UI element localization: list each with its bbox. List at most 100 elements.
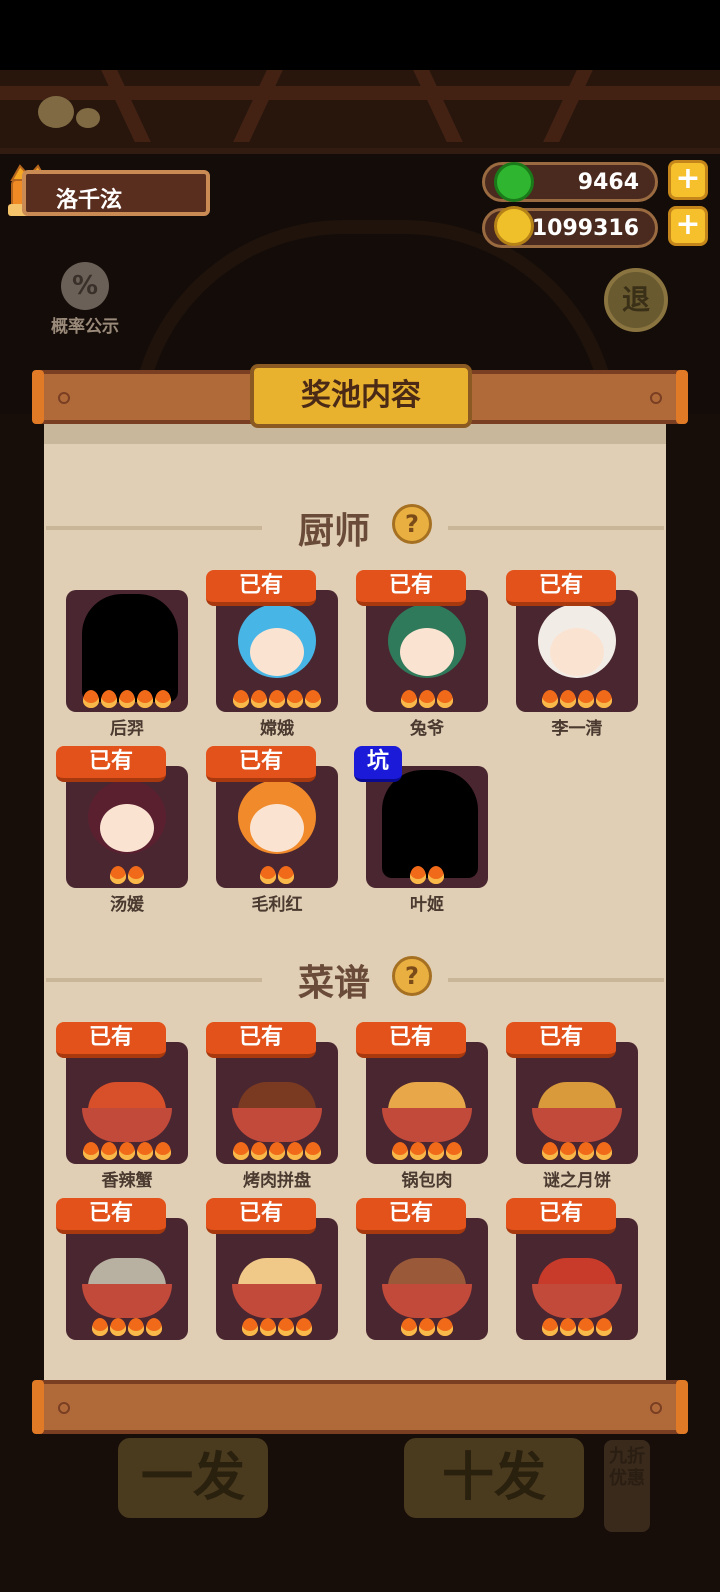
flame-icon bbox=[278, 866, 294, 884]
recipes-section-title: 菜谱 bbox=[298, 963, 371, 1004]
recipe-card[interactable]: 已有 bbox=[56, 1198, 188, 1340]
owned-badge: 已有 bbox=[206, 570, 316, 606]
flame-icon bbox=[260, 1318, 276, 1336]
rarity-flames bbox=[366, 1142, 488, 1162]
chef-card[interactable]: 已有 bbox=[56, 746, 188, 888]
owned-badge: 已有 bbox=[206, 1022, 316, 1058]
flame-icon bbox=[401, 1318, 417, 1336]
rarity-flames bbox=[366, 690, 488, 710]
recipe-card[interactable]: 已有 bbox=[506, 1022, 638, 1164]
flame-icon bbox=[110, 866, 126, 884]
flame-icon bbox=[305, 690, 321, 708]
rarity-flames bbox=[66, 1318, 188, 1338]
odds-disclosure-button[interactable]: % 概率公示 bbox=[40, 262, 130, 337]
chef-card[interactable]: 已有 bbox=[506, 570, 638, 712]
locked-silhouette bbox=[82, 594, 178, 702]
rarity-flames bbox=[66, 690, 188, 710]
rarity-flames bbox=[216, 866, 338, 886]
flame-icon bbox=[560, 1142, 576, 1160]
flame-icon bbox=[437, 1318, 453, 1336]
owned-badge: 已有 bbox=[56, 746, 166, 782]
flame-icon bbox=[578, 1142, 594, 1160]
flame-icon bbox=[83, 1142, 99, 1160]
flame-icon bbox=[101, 690, 117, 708]
flame-icon bbox=[410, 1142, 426, 1160]
chef-card[interactable]: 坑 bbox=[354, 746, 488, 888]
chef-card[interactable] bbox=[66, 590, 188, 712]
back-button[interactable]: 退 bbox=[604, 268, 668, 332]
flame-icon bbox=[596, 690, 612, 708]
recipes-help-icon[interactable]: ? bbox=[392, 956, 432, 996]
flame-icon bbox=[137, 1142, 153, 1160]
recipe-card[interactable]: 已有 bbox=[356, 1022, 488, 1164]
pit-badge: 坑 bbox=[354, 746, 402, 782]
chefs-help-icon[interactable]: ? bbox=[392, 504, 432, 544]
chef-name: 兔爷 bbox=[410, 719, 444, 739]
flame-icon bbox=[233, 1142, 249, 1160]
flame-icon bbox=[560, 690, 576, 708]
flame-icon bbox=[128, 866, 144, 884]
flame-icon bbox=[251, 690, 267, 708]
flame-icon bbox=[110, 1318, 126, 1336]
chef-name: 李一清 bbox=[551, 719, 603, 739]
flame-icon bbox=[287, 690, 303, 708]
locked-silhouette bbox=[382, 770, 478, 878]
flame-icon bbox=[596, 1142, 612, 1160]
flame-icon bbox=[419, 690, 435, 708]
chef-card[interactable]: 已有 bbox=[356, 570, 488, 712]
recipe-card[interactable]: 已有 bbox=[356, 1198, 488, 1340]
owned-badge: 已有 bbox=[206, 746, 316, 782]
flame-icon bbox=[305, 1142, 321, 1160]
percent-icon: % bbox=[61, 262, 109, 310]
owned-badge: 已有 bbox=[56, 1198, 166, 1234]
flame-icon bbox=[437, 690, 453, 708]
recipe-card[interactable]: 已有 bbox=[206, 1022, 338, 1164]
recipe-name: 烤肉拼盘 bbox=[243, 1171, 311, 1191]
jade-coin-icon bbox=[494, 162, 534, 202]
flame-icon bbox=[155, 1142, 171, 1160]
chef-name: 毛利红 bbox=[251, 895, 303, 915]
flame-icon bbox=[542, 1318, 558, 1336]
flame-icon bbox=[92, 1318, 108, 1336]
owned-badge: 已有 bbox=[506, 570, 616, 606]
recipe-name: 锅包肉 bbox=[401, 1171, 453, 1191]
chefs-section-title: 厨师 bbox=[298, 511, 371, 552]
flame-icon bbox=[101, 1142, 117, 1160]
discount-tag: 九折优惠 bbox=[604, 1440, 650, 1532]
scroll-rod-bottom bbox=[32, 1380, 688, 1434]
owned-badge: 已有 bbox=[356, 1022, 466, 1058]
rarity-flames bbox=[66, 866, 188, 886]
chef-name: 叶姬 bbox=[410, 895, 444, 915]
recipe-card[interactable]: 已有 bbox=[206, 1198, 338, 1340]
flame-icon bbox=[242, 1318, 258, 1336]
flame-icon bbox=[578, 690, 594, 708]
player-name: 洛千泫 bbox=[56, 188, 123, 213]
flame-icon bbox=[596, 1318, 612, 1336]
gold-coin-icon bbox=[494, 206, 534, 246]
ten-draw-button: 十发 bbox=[404, 1438, 584, 1518]
flame-icon bbox=[233, 690, 249, 708]
chef-name: 嫦娥 bbox=[260, 719, 294, 739]
owned-badge: 已有 bbox=[356, 1198, 466, 1234]
add-jade-button[interactable]: + bbox=[668, 160, 708, 200]
recipe-name: 谜之月饼 bbox=[543, 1171, 611, 1191]
flame-icon bbox=[146, 1318, 162, 1336]
flame-icon bbox=[560, 1318, 576, 1336]
gold-value: 1099316 bbox=[531, 216, 639, 241]
chef-card[interactable]: 已有 bbox=[206, 570, 338, 712]
rarity-flames bbox=[516, 1318, 638, 1338]
chef-card[interactable]: 已有 bbox=[206, 746, 338, 888]
owned-badge: 已有 bbox=[206, 1198, 316, 1234]
panel-title: 奖池内容 bbox=[250, 364, 472, 428]
owned-badge: 已有 bbox=[56, 1022, 166, 1058]
odds-label: 概率公示 bbox=[51, 317, 119, 337]
flame-icon bbox=[269, 1142, 285, 1160]
flame-icon bbox=[278, 1318, 294, 1336]
player-name-box[interactable]: 洛千泫 bbox=[22, 170, 210, 216]
rarity-flames bbox=[216, 1142, 338, 1162]
add-gold-button[interactable]: + bbox=[668, 206, 708, 246]
recipe-card[interactable]: 已有 bbox=[506, 1198, 638, 1340]
chef-name: 后羿 bbox=[110, 719, 144, 739]
recipe-card[interactable]: 已有 bbox=[56, 1022, 188, 1164]
flame-icon bbox=[119, 1142, 135, 1160]
